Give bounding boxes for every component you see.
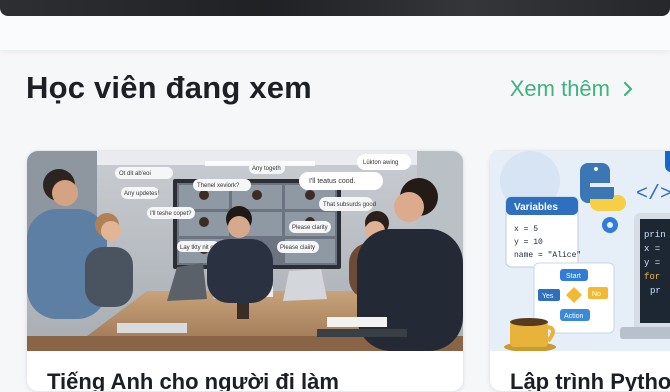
svg-text:Lükton awing: Lükton awing: [363, 160, 398, 166]
course-card-title: Tiếng Anh cho người đi làm: [47, 369, 339, 392]
svg-text:prin: prin: [644, 230, 666, 240]
svg-text:pr: pr: [650, 286, 661, 296]
svg-text:I'll teshe copet?: I'll teshe copet?: [150, 211, 192, 217]
variables-panel: Variables x = 5 y = 10 name = "Alice": [505, 196, 581, 268]
course-card-title: Lập trình Python cơ bản: [510, 369, 670, 392]
svg-text:Please claiity: Please claiity: [280, 245, 315, 251]
svg-text:Yes: Yes: [542, 293, 554, 300]
course-tag: fo: [664, 151, 670, 172]
svg-text:Variables: Variables: [514, 202, 558, 213]
meeting-illustration: Ot dit ab'eoi Thenel xeviork? Any togeth…: [27, 151, 463, 351]
svg-text:Action: Action: [564, 313, 584, 320]
svg-text:x = 5: x = 5: [514, 225, 538, 234]
svg-text:y =: y =: [644, 258, 660, 268]
course-thumbnail-python: </> Variables x = 5 y = 10 name = "Alice…: [490, 151, 670, 351]
svg-text:Any updetes!: Any updetes!: [124, 191, 159, 197]
svg-text:x =: x =: [644, 244, 660, 254]
svg-text:That subsurds good: That subsurds good: [323, 202, 376, 208]
svg-text:No: No: [592, 291, 601, 298]
chevron-right-icon: [623, 81, 633, 97]
svg-text:Please clarity: Please clarity: [292, 225, 328, 231]
gear-icon: [602, 217, 618, 233]
svg-text:name = "Alice": name = "Alice": [514, 251, 581, 260]
python-illustration: </> Variables x = 5 y = 10 name = "Alice…: [490, 151, 670, 351]
see-more-label: Xem thêm: [509, 76, 610, 101]
section-title: Học viên đang xem: [26, 70, 312, 105]
svg-text:Any togeth: Any togeth: [252, 166, 281, 172]
course-card[interactable]: </> Variables x = 5 y = 10 name = "Alice…: [489, 150, 670, 392]
svg-text:y = 10: y = 10: [514, 238, 543, 247]
svg-text:for: for: [644, 272, 660, 282]
see-more-link[interactable]: Xem thêm: [510, 76, 638, 102]
svg-text:Thenel xeviork?: Thenel xeviork?: [197, 183, 240, 189]
course-card[interactable]: Ot dit ab'eoi Thenel xeviork? Any togeth…: [26, 150, 464, 392]
banner-image-strip: [0, 0, 670, 16]
svg-text:Start: Start: [566, 273, 581, 280]
course-thumbnail-meeting: Ot dit ab'eoi Thenel xeviork? Any togeth…: [27, 151, 463, 351]
svg-text:Ot dit ab'eoi: Ot dit ab'eoi: [119, 171, 151, 177]
code-brackets-icon: </>: [636, 183, 670, 206]
svg-text:I'll teatus cood.: I'll teatus cood.: [309, 178, 356, 185]
